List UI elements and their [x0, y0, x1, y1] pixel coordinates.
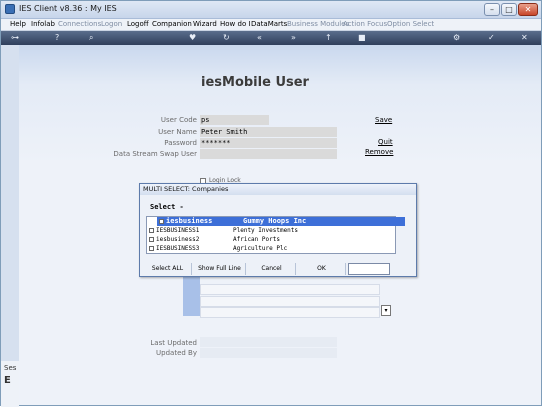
- menu-datamarts[interactable]: DataMarts: [251, 20, 287, 28]
- show-full-line-button[interactable]: Show Full Line: [194, 263, 246, 275]
- company-list: iesbusiness Gummy Hoops Inc IESBUSINESS1…: [146, 216, 405, 254]
- user-code-label: User Code: [160, 116, 197, 124]
- menu-companion[interactable]: Companion: [152, 20, 192, 28]
- left-strip: [1, 45, 19, 405]
- ok-button[interactable]: OK: [298, 263, 346, 275]
- menu-logoff[interactable]: Logoff: [127, 20, 149, 28]
- dialog-search-input[interactable]: [348, 263, 390, 275]
- cancel-button[interactable]: Cancel: [248, 263, 296, 275]
- company-code: iesbusiness: [166, 217, 213, 225]
- last-updated-field: [200, 337, 337, 347]
- menu-wizard[interactable]: Wizard: [193, 20, 217, 28]
- menu-bar: Help Infolab Connections Logon Logoff Co…: [1, 19, 541, 31]
- select-label: Select -: [150, 203, 184, 211]
- company-code: IESBUSINESS1: [156, 227, 200, 234]
- page-title: iesMobile User: [201, 75, 309, 90]
- remove-link[interactable]: Remove: [365, 148, 393, 156]
- menu-help[interactable]: Help: [10, 20, 26, 28]
- app-icon: [5, 4, 15, 14]
- password-label: Password: [164, 139, 197, 147]
- check-icon[interactable]: ✓: [488, 32, 495, 44]
- menu-how-do-i[interactable]: How do I: [220, 20, 251, 28]
- user-name-field[interactable]: Peter Smith: [200, 127, 337, 137]
- list-item[interactable]: iesbusiness Gummy Hoops Inc: [157, 217, 405, 226]
- dialog-title: MULTI SELECT: Companies: [140, 184, 416, 195]
- company-code: IESBUSINESS3: [156, 245, 200, 252]
- save-link[interactable]: Save: [375, 116, 392, 124]
- rewind-icon[interactable]: «: [257, 32, 262, 44]
- dropdown-button[interactable]: ▾: [381, 305, 391, 316]
- menu-business-modules[interactable]: Business Modules: [287, 20, 349, 28]
- stop-icon[interactable]: ■: [358, 32, 366, 44]
- key-icon[interactable]: ⊶: [11, 32, 19, 44]
- quit-link[interactable]: Quit: [378, 138, 393, 146]
- list-field-3[interactable]: [200, 307, 380, 318]
- company-code: iesbusiness2: [156, 236, 200, 243]
- gear-icon[interactable]: ⚙: [453, 32, 460, 44]
- list-item[interactable]: IESBUSINESS1 Plenty Investments: [147, 226, 395, 235]
- menu-connections[interactable]: Connections: [58, 20, 101, 28]
- close-window-button[interactable]: ✕: [518, 3, 538, 16]
- refresh-icon[interactable]: ↻: [223, 32, 230, 44]
- session-label: Ses: [4, 364, 17, 372]
- password-field[interactable]: *******: [200, 138, 337, 148]
- swap-user-field[interactable]: [200, 149, 337, 159]
- menu-option-select[interactable]: Option Select: [387, 20, 434, 28]
- select-all-button[interactable]: Select ALL: [144, 263, 192, 275]
- menu-logon[interactable]: Logon: [101, 20, 122, 28]
- minimize-button[interactable]: –: [484, 3, 500, 16]
- row-checkbox[interactable]: [149, 228, 154, 233]
- title-bar: IES Client v8.36 : My IES – □ ✕: [1, 1, 541, 19]
- heart-icon[interactable]: ♥: [189, 32, 196, 44]
- maximize-button[interactable]: □: [501, 3, 517, 16]
- session-panel: Ses E: [1, 361, 19, 407]
- swap-user-label: Data Stream Swap User: [113, 150, 197, 158]
- search-icon[interactable]: ⌕: [89, 32, 93, 44]
- list-field-2[interactable]: [200, 296, 380, 307]
- list-item[interactable]: IESBUSINESS3 Agriculture Plc: [147, 244, 395, 253]
- last-updated-label: Last Updated: [150, 339, 197, 347]
- updated-by-label: Updated By: [156, 349, 197, 357]
- company-name: Gummy Hoops Inc: [243, 217, 307, 225]
- close-icon[interactable]: ✕: [521, 32, 528, 44]
- fast-forward-icon[interactable]: »: [291, 32, 296, 44]
- app-window: IES Client v8.36 : My IES – □ ✕ Help Inf…: [0, 0, 542, 407]
- row-checkbox[interactable]: [149, 237, 154, 242]
- toolbar: ⊶ ? ⌕ ♥ ↻ « » ↑ ■ ⚙ ✓ ✕: [1, 31, 541, 45]
- help-icon[interactable]: ?: [55, 32, 59, 44]
- menu-infolab[interactable]: Infolab: [31, 20, 55, 28]
- user-name-label: User Name: [158, 128, 197, 136]
- company-name: African Ports: [233, 236, 280, 243]
- up-icon[interactable]: ↑: [325, 32, 332, 44]
- company-name: Agriculture Plc: [233, 245, 288, 252]
- session-glyph: E: [4, 375, 11, 386]
- row-checkbox[interactable]: [149, 246, 154, 251]
- user-code-field[interactable]: ps: [200, 115, 269, 125]
- list-field-1[interactable]: [200, 284, 380, 295]
- row-checkbox[interactable]: [159, 219, 164, 224]
- list-marker-column: [183, 271, 200, 316]
- company-name: Plenty Investments: [233, 227, 299, 234]
- window-title: IES Client v8.36 : My IES: [19, 4, 117, 13]
- list-item[interactable]: iesbusiness2 African Ports: [147, 235, 395, 244]
- multi-select-dialog: MULTI SELECT: Companies Select - iesbusi…: [139, 183, 417, 277]
- updated-by-field: [200, 348, 337, 358]
- menu-action-focus[interactable]: Action Focus: [343, 20, 387, 28]
